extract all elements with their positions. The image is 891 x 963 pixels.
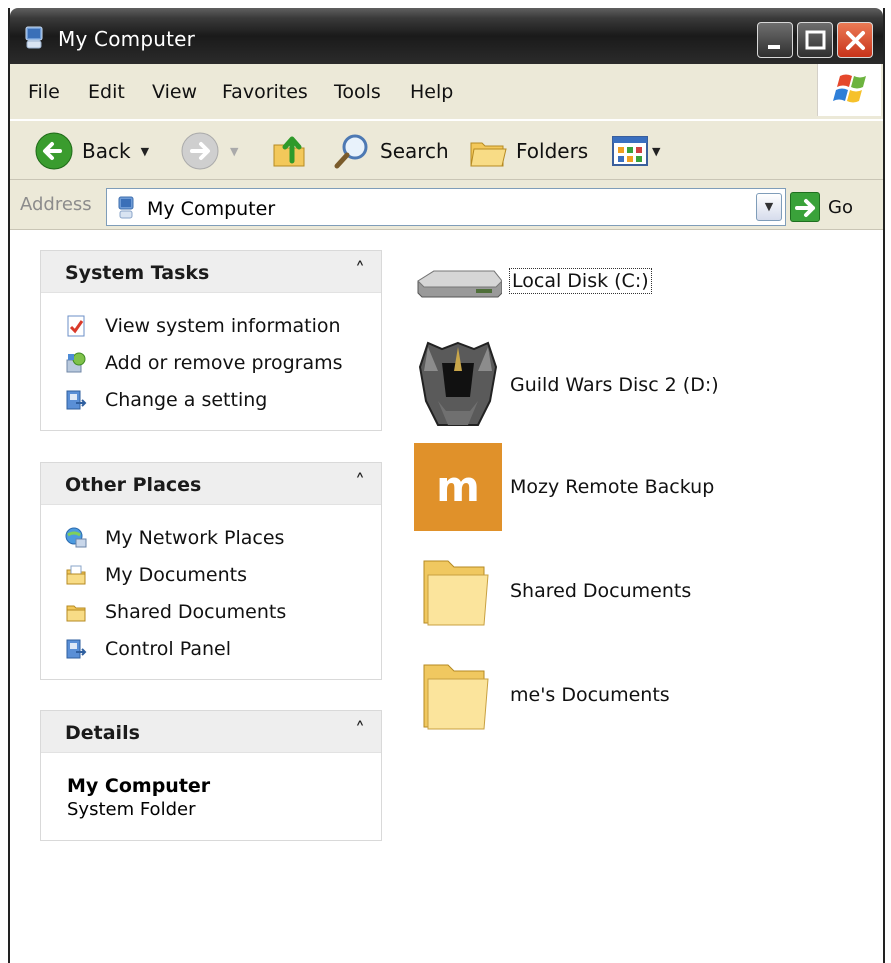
address-input[interactable]: My Computer ▼ — [106, 188, 786, 226]
place-label: My Documents — [105, 563, 248, 586]
standard-toolbar: Back ▼ ▼ Search Folders ▼ — [10, 120, 883, 180]
window-title: My Computer — [58, 27, 196, 51]
task-label: Change a setting — [105, 388, 268, 411]
maximize-button[interactable] — [797, 22, 833, 58]
menu-bar: File Edit View Favorites Tools Help — [10, 64, 883, 120]
folder-icon — [66, 605, 86, 621]
content-area: System Tasks ˄ View system information A… — [10, 230, 883, 963]
menu-view[interactable]: View — [152, 81, 197, 103]
my-documents-icon — [66, 565, 86, 584]
place-shared-documents[interactable]: Shared Documents — [65, 593, 381, 630]
views-icon — [612, 136, 648, 166]
maximize-icon — [805, 30, 826, 50]
forward-arrow-icon — [181, 132, 219, 170]
mozy-logo-icon: m — [414, 443, 502, 531]
address-label: Address — [20, 194, 92, 215]
mozy-logo-letter: m — [436, 462, 480, 511]
place-my-network-places[interactable]: My Network Places — [65, 519, 381, 556]
collapse-chevron-icon[interactable]: ˄ — [355, 470, 365, 494]
collapse-chevron-icon[interactable]: ˄ — [355, 258, 365, 282]
my-computer-icon — [25, 26, 43, 49]
other-places-title: Other Places — [65, 474, 202, 496]
item-label: Guild Wars Disc 2 (D:) — [510, 374, 719, 396]
change-setting-icon — [66, 390, 87, 409]
place-my-documents[interactable]: My Documents — [65, 556, 381, 593]
back-dropdown-arrow[interactable]: ▼ — [141, 145, 149, 158]
go-arrow-icon — [790, 192, 820, 222]
search-label: Search — [380, 139, 449, 163]
system-information-icon — [67, 315, 85, 336]
place-label: Control Panel — [105, 637, 231, 660]
back-label: Back — [82, 139, 131, 163]
menu-help[interactable]: Help — [410, 81, 453, 103]
windows-logo-icon — [817, 64, 881, 116]
search-button[interactable]: Search — [332, 121, 449, 181]
minimize-icon — [768, 45, 780, 49]
details-header[interactable]: Details ˄ — [41, 711, 381, 753]
menu-file[interactable]: File — [28, 81, 60, 103]
other-places-header[interactable]: Other Places ˄ — [41, 463, 381, 505]
task-view-system-information[interactable]: View system information — [65, 307, 381, 344]
other-places-panel: Other Places ˄ My Network Places My Docu… — [40, 462, 382, 680]
forward-dropdown-arrow[interactable]: ▼ — [230, 145, 238, 158]
place-label: My Network Places — [105, 526, 285, 549]
up-folder-button[interactable] — [270, 121, 310, 181]
menu-tools[interactable]: Tools — [334, 81, 381, 103]
forward-button[interactable]: ▼ — [180, 121, 238, 181]
menu-favorites[interactable]: Favorites — [222, 81, 308, 103]
up-folder-icon — [273, 136, 305, 167]
details-panel: Details ˄ My Computer System Folder — [40, 710, 382, 841]
address-bar: Address My Computer ▼ Go — [10, 180, 883, 230]
minimize-button[interactable] — [757, 22, 793, 58]
drive-local-disk-c[interactable]: Local Disk (C:) — [414, 236, 854, 326]
address-value: My Computer — [147, 198, 276, 220]
close-icon — [846, 31, 865, 50]
go-label: Go — [828, 196, 853, 218]
add-remove-programs-icon — [66, 352, 86, 372]
item-label: Mozy Remote Backup — [510, 476, 715, 498]
item-label: Local Disk (C:) — [509, 268, 652, 294]
detail-item-type: System Folder — [67, 799, 196, 820]
network-places-icon — [65, 527, 87, 547]
system-tasks-header[interactable]: System Tasks ˄ — [41, 251, 381, 293]
folders-icon — [470, 142, 507, 167]
control-panel-icon — [66, 639, 87, 658]
views-dropdown-arrow[interactable]: ▼ — [652, 145, 660, 158]
search-icon — [334, 134, 368, 169]
mozy-remote-backup[interactable]: m Mozy Remote Backup — [414, 442, 854, 532]
detail-item-name: My Computer — [67, 775, 211, 797]
folders-label: Folders — [516, 139, 589, 163]
go-button[interactable]: Go — [790, 190, 853, 224]
task-add-remove-programs[interactable]: Add or remove programs — [65, 344, 381, 381]
folders-button[interactable]: Folders — [468, 121, 588, 181]
collapse-chevron-icon[interactable]: ˄ — [355, 718, 365, 742]
task-label: View system information — [105, 314, 341, 337]
folder-icon — [423, 664, 489, 730]
folder-shared-documents[interactable]: Shared Documents — [414, 546, 854, 636]
place-label: Shared Documents — [105, 600, 287, 623]
menu-edit[interactable]: Edit — [88, 81, 125, 103]
guild-wars-helmet-icon — [418, 341, 498, 426]
item-label: Shared Documents — [510, 580, 692, 602]
folder-icon — [423, 560, 489, 626]
close-button[interactable] — [837, 22, 873, 58]
details-title: Details — [65, 722, 140, 744]
task-change-setting[interactable]: Change a setting — [65, 381, 381, 418]
back-arrow-icon — [35, 132, 73, 170]
title-bar[interactable]: My Computer — [10, 8, 883, 64]
system-tasks-title: System Tasks — [65, 262, 210, 284]
drive-guild-wars-d[interactable]: Guild Wars Disc 2 (D:) — [414, 340, 854, 430]
my-computer-icon — [118, 196, 134, 219]
folder-me-documents[interactable]: me's Documents — [414, 650, 854, 740]
explorer-window: My Computer File Edit View Favorites Too… — [8, 8, 885, 963]
item-label: me's Documents — [510, 684, 670, 706]
place-control-panel[interactable]: Control Panel — [65, 630, 381, 667]
address-dropdown-button[interactable]: ▼ — [756, 193, 782, 221]
system-tasks-panel: System Tasks ˄ View system information A… — [40, 250, 382, 431]
task-label: Add or remove programs — [105, 351, 343, 374]
hard-disk-icon — [417, 270, 502, 298]
views-button[interactable]: ▼ — [610, 121, 660, 181]
back-button[interactable]: Back ▼ — [34, 121, 149, 181]
